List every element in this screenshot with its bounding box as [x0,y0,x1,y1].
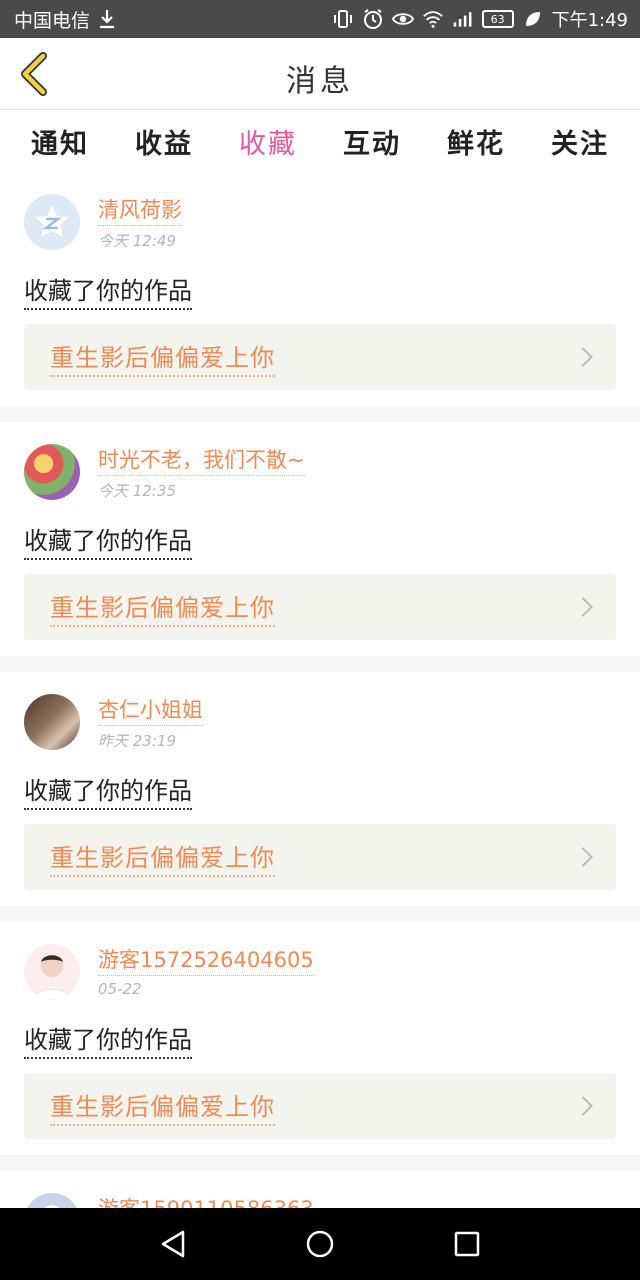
message-time: 05-22 [98,980,142,998]
message-card: 杏仁小姐姐 昨天 23:19 收藏了你的作品 重生影后偏偏爱上你 [0,672,640,906]
message-list: 清风荷影 今天 12:49 收藏了你的作品 重生影后偏偏爱上你 时光不老，我们不… [0,172,640,1208]
username-link[interactable]: 游客1572526404605 [98,944,314,976]
message-header: 清风荷影 今天 12:49 [24,194,616,251]
work-link[interactable]: 重生影后偏偏爱上你 [24,824,616,890]
tab-notifications[interactable]: 通知 [31,118,89,165]
default-user-icon [44,1205,60,1208]
message-card: 游客1590110586363 05-22 [0,1171,640,1208]
avatar[interactable] [24,1193,80,1208]
message-card: 清风荷影 今天 12:49 收藏了你的作品 重生影后偏偏爱上你 [0,172,640,406]
action-text: 收藏了你的作品 [24,1020,192,1059]
chevron-right-icon [573,347,593,367]
leaf-icon [522,8,544,30]
download-icon [96,8,118,30]
person-photo-icon [31,955,73,1000]
message-meta: 游客1572526404605 05-22 [98,944,314,998]
avatar[interactable] [24,444,80,500]
square-recents-icon [454,1231,479,1257]
vibrate-icon [332,8,354,30]
username-link[interactable]: 杏仁小姐姐 [98,694,203,726]
action-text: 收藏了你的作品 [24,271,192,310]
circle-home-icon [306,1230,334,1258]
tab-flowers[interactable]: 鲜花 [447,118,505,165]
work-link[interactable]: 重生影后偏偏爱上你 [24,1073,616,1139]
work-link[interactable]: 重生影后偏偏爱上你 [24,574,616,640]
eye-icon [391,8,414,30]
message-header: 杏仁小姐姐 昨天 23:19 [24,694,616,751]
page-title: 消息 [286,64,354,99]
work-title: 重生影后偏偏爱上你 [50,588,275,627]
chevron-right-icon [573,1096,593,1116]
avatar[interactable] [24,694,80,750]
action-text: 收藏了你的作品 [24,521,192,560]
avatar[interactable] [24,944,80,1000]
tab-interactions[interactable]: 互动 [343,118,401,165]
message-header: 游客1590110586363 05-22 [24,1193,616,1208]
work-title: 重生影后偏偏爱上你 [50,1087,275,1126]
triangle-back-icon [162,1230,185,1258]
avatar[interactable] [24,194,80,250]
nav-back-button[interactable] [143,1214,203,1274]
work-title: 重生影后偏偏爱上你 [50,338,275,377]
chevron-right-icon [573,847,593,867]
signal-icon [452,8,474,30]
carrier-label: 中国电信 [14,9,91,32]
message-meta: 清风荷影 今天 12:49 [98,194,182,251]
username-link[interactable]: 游客1590110586363 [98,1193,314,1208]
qq-zone-avatar-icon [35,205,69,237]
message-header: 时光不老，我们不散~ 今天 12:35 [24,444,616,501]
work-link[interactable]: 重生影后偏偏爱上你 [24,324,616,390]
username-link[interactable]: 清风荷影 [98,194,182,226]
message-time: 昨天 23:19 [98,732,176,750]
status-left: 中国电信 [14,6,118,33]
tab-follows[interactable]: 关注 [551,118,609,165]
nav-recents-button[interactable] [437,1214,497,1274]
status-bar: 中国电信 63 下午1:49 [0,0,640,38]
clock-label: 下午1:49 [551,10,628,31]
username-link[interactable]: 时光不老，我们不散~ [98,444,305,476]
tab-earnings[interactable]: 收益 [135,118,193,165]
wifi-icon [422,8,444,30]
action-text: 收藏了你的作品 [24,771,192,810]
work-title: 重生影后偏偏爱上你 [50,838,275,877]
tab-favorites[interactable]: 收藏 [239,118,297,175]
message-meta: 时光不老，我们不散~ 今天 12:35 [98,444,305,501]
message-meta: 杏仁小姐姐 昨天 23:19 [98,694,203,751]
header: 消息 [0,38,640,110]
message-time: 今天 12:35 [98,482,176,500]
tab-bar: 通知 收益 收藏 互动 鲜花 关注 [0,111,640,175]
message-meta: 游客1590110586363 05-22 [98,1193,314,1208]
message-card: 游客1572526404605 05-22 收藏了你的作品 重生影后偏偏爱上你 [0,922,640,1155]
message-time: 今天 12:49 [98,232,176,250]
message-card: 时光不老，我们不散~ 今天 12:35 收藏了你的作品 重生影后偏偏爱上你 [0,422,640,656]
status-right: 63 下午1:49 [332,6,628,32]
system-nav-bar [0,1208,640,1280]
nav-home-button[interactable] [290,1214,350,1274]
battery-icon: 63 [481,10,514,28]
chevron-right-icon [573,597,593,617]
alarm-icon [362,8,384,30]
message-header: 游客1572526404605 05-22 [24,944,616,1000]
